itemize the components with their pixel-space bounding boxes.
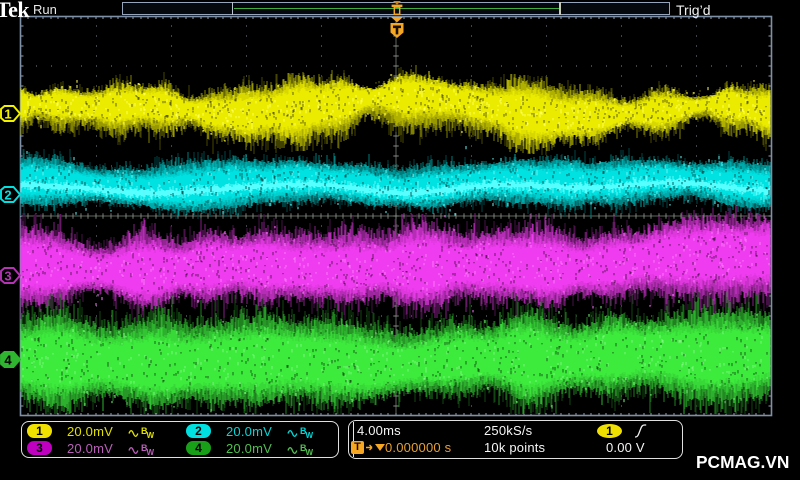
svg-text:2: 2 (4, 187, 11, 202)
svg-text:1: 1 (4, 106, 11, 121)
svg-text:3: 3 (4, 268, 11, 283)
svg-text:4: 4 (4, 352, 12, 367)
